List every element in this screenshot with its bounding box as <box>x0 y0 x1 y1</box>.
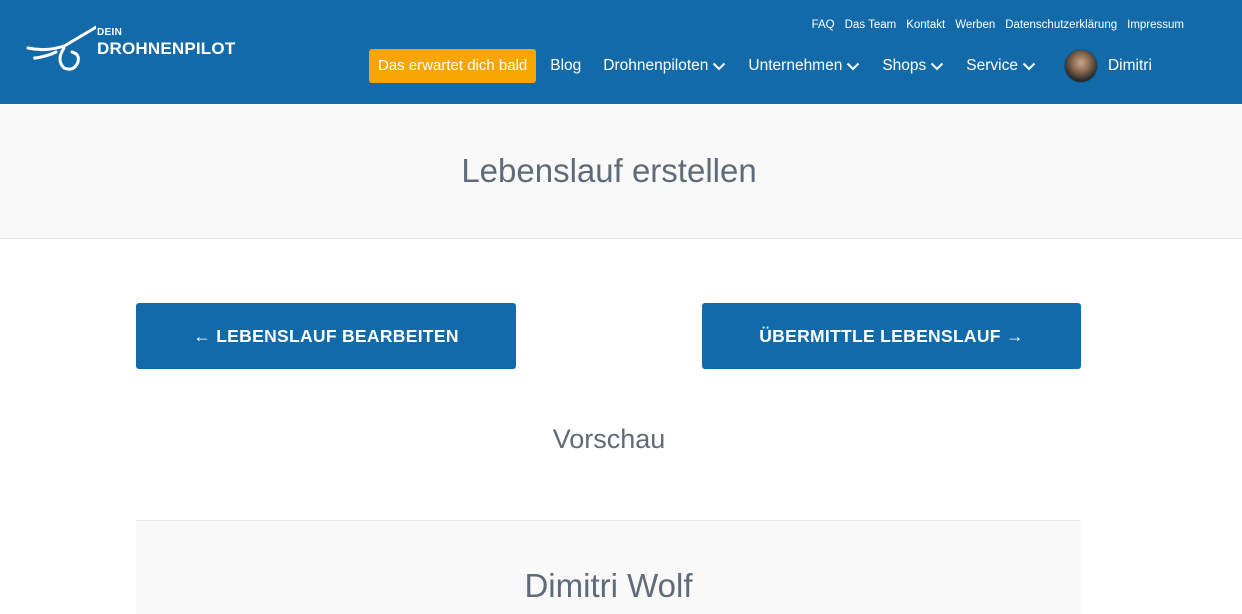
user-name: Dimitri <box>1107 57 1152 74</box>
top-links: FAQ Das Team Kontakt Werben Datenschutze… <box>812 19 1184 31</box>
title-band: Lebenslauf erstellen <box>0 104 1242 239</box>
top-link-team[interactable]: Das Team <box>845 19 897 31</box>
nav-label: Service <box>966 57 1018 74</box>
logo-text-big: DROHNENPILOT <box>97 39 236 58</box>
cv-name: Dimitri Wolf <box>524 567 693 604</box>
top-link-faq[interactable]: FAQ <box>812 19 835 31</box>
page-title: Lebenslauf erstellen <box>461 152 757 189</box>
site-logo[interactable]: DEIN DROHNENPILOT <box>26 22 236 74</box>
cta-button[interactable]: Das erwartet dich bald <box>369 49 537 83</box>
chevron-down-icon <box>1022 62 1036 70</box>
nav-item-service[interactable]: Service <box>966 57 1036 75</box>
top-link-impressum[interactable]: Impressum <box>1127 19 1184 31</box>
user-menu[interactable]: Dimitri <box>1063 49 1152 83</box>
nav-item-unternehmen[interactable]: Unternehmen <box>748 57 860 75</box>
chevron-down-icon <box>713 62 726 70</box>
top-link-werben[interactable]: Werben <box>955 19 995 31</box>
nav-label: Unternehmen <box>748 57 843 74</box>
cv-preview-card: Dimitri Wolf <box>136 520 1081 614</box>
nav-item-drohnenpiloten[interactable]: Drohnenpiloten <box>603 57 726 75</box>
submit-cv-button[interactable]: ÜBERMITTLE LEBENSLAUF → <box>702 303 1081 369</box>
nav-label: Blog <box>550 57 582 74</box>
nav-label: Shops <box>882 57 927 74</box>
edit-cv-button[interactable]: ← LEBENSLAUF BEARBEITEN <box>136 303 516 369</box>
top-link-kontakt[interactable]: Kontakt <box>906 19 945 31</box>
nav-item-shops[interactable]: Shops <box>882 57 944 75</box>
chevron-down-icon <box>847 62 860 70</box>
preview-heading: Vorschau <box>552 424 666 454</box>
logo-text-small: DEIN <box>97 27 123 38</box>
nav-item-blog[interactable]: Blog <box>550 57 581 75</box>
main-nav: Das erwartet dich bald Blog Drohnenpilot… <box>369 49 1152 83</box>
drone-logo-icon <box>26 25 96 71</box>
site-header: DEIN DROHNENPILOT FAQ Das Team Kontakt W… <box>0 0 1242 104</box>
avatar <box>1063 49 1098 83</box>
nav-label: Drohnenpiloten <box>603 57 709 74</box>
chevron-down-icon <box>931 62 944 70</box>
top-link-datenschutz[interactable]: Datenschutzerklärung <box>1005 19 1117 31</box>
